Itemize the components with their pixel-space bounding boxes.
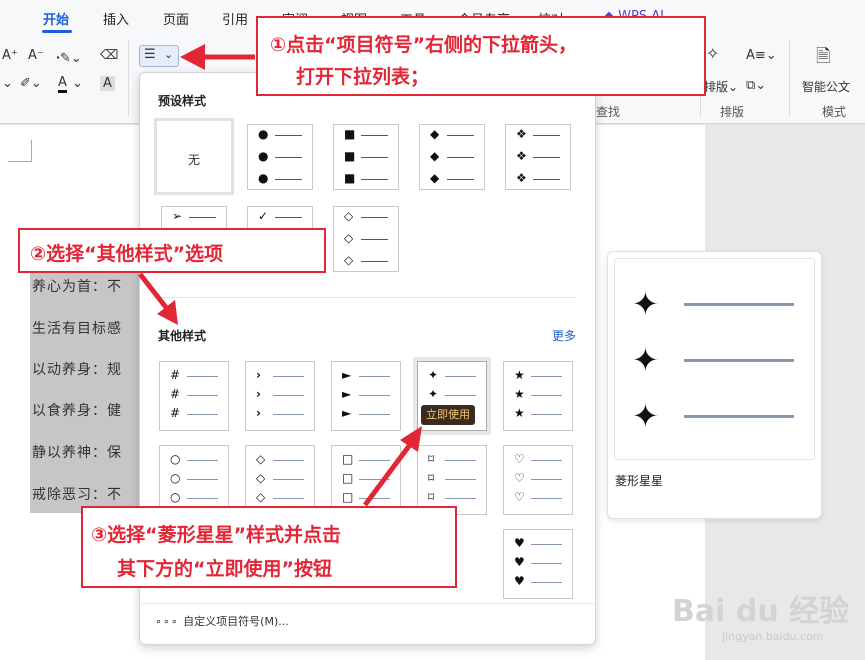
arrow-step2 [138, 272, 170, 312]
annotation-arrows [138, 44, 422, 507]
arrow-step3 [362, 440, 415, 507]
arrow-step1-head [180, 44, 205, 70]
arrow-step3-head [400, 426, 422, 452]
